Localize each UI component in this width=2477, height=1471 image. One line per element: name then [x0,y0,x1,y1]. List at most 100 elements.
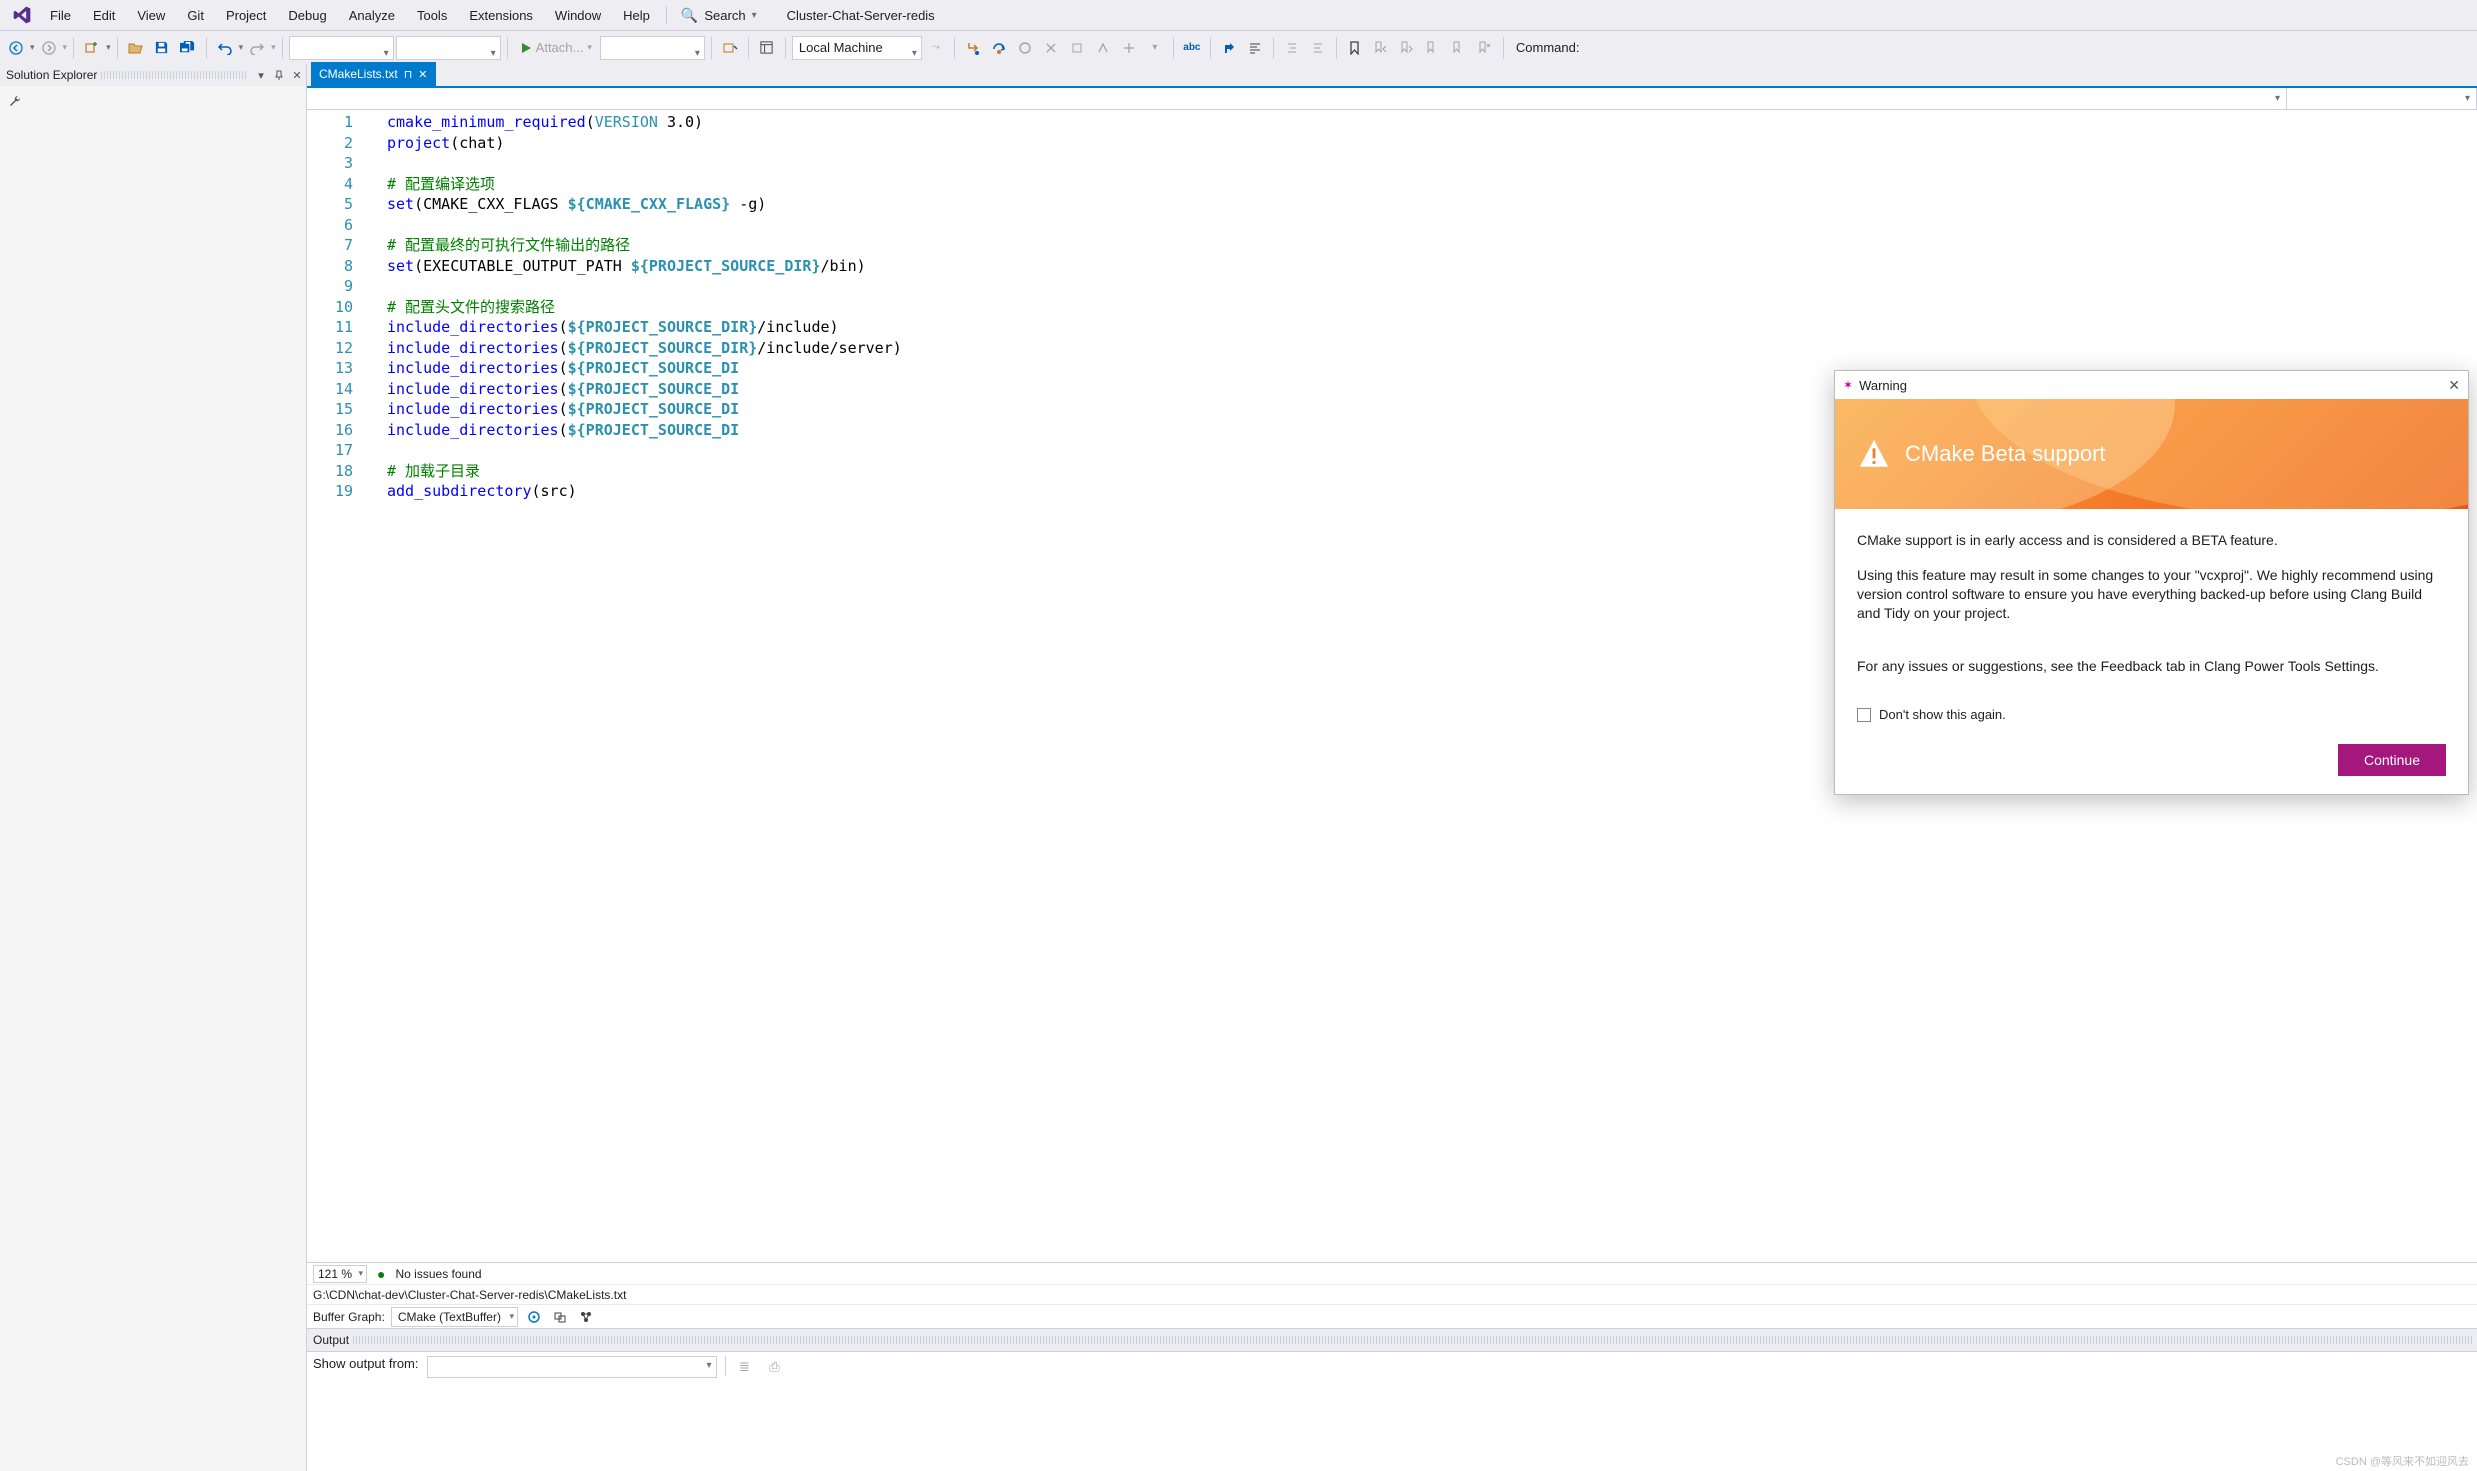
scope-combo[interactable] [307,88,2287,109]
close-icon[interactable]: ✕ [289,67,305,83]
header-grip [353,1336,2473,1344]
close-icon[interactable]: ✕ [2448,377,2460,394]
debug-btn-4[interactable] [1039,36,1063,60]
toolbar-separator [1336,37,1337,59]
output-panel: Output Show output from: ≣ ⎙ [307,1328,2477,1471]
debug-btn-8[interactable]: ▾ [1143,36,1167,60]
search-label: Search [704,8,745,23]
menu-bar: File Edit View Git Project Debug Analyze… [0,0,2477,30]
toolbar-separator [1173,37,1174,59]
bookmark-next-folder-button[interactable] [1447,36,1471,60]
dont-show-again-row: Don't show this again. [1835,707,2468,736]
solution-config-combo[interactable] [289,36,394,60]
solution-platform-combo[interactable] [396,36,501,60]
wrench-icon[interactable] [4,90,302,112]
step-out-button[interactable] [1013,36,1037,60]
menu-tools[interactable]: Tools [407,4,457,27]
tab-filename: CMakeLists.txt [319,67,398,81]
menu-analyze[interactable]: Analyze [339,4,405,27]
auto-button[interactable]: ⤳ [924,36,948,60]
continue-button[interactable]: Continue [2338,744,2446,776]
menu-window[interactable]: Window [545,4,611,27]
dialog-footer: Continue [1835,736,2468,794]
abc-button[interactable]: abc [1180,36,1204,60]
indent-out-button[interactable] [1280,36,1304,60]
nav-forward-button[interactable] [37,36,61,60]
undo-button[interactable] [213,36,237,60]
menu-help[interactable]: Help [613,4,660,27]
pin-icon[interactable] [271,67,287,83]
debug-target-combo[interactable]: Local Machine [792,36,922,60]
dialog-hero: CMake Beta support [1835,399,2468,509]
dropdown-caret-icon[interactable]: ▾ [271,42,276,53]
dropdown-caret-icon[interactable]: ▾ [239,42,244,53]
bookmark-button[interactable] [1343,36,1367,60]
startup-combo[interactable] [600,36,705,60]
menu-view[interactable]: View [127,4,175,27]
toolbar-separator [117,37,118,59]
buffer-icon-2[interactable] [550,1307,570,1327]
buffer-graph-combo[interactable]: CMake (TextBuffer) [391,1307,518,1327]
dropdown-caret-icon[interactable]: ▾ [63,42,68,53]
menu-project[interactable]: Project [216,4,276,27]
toolbar-separator [785,37,786,59]
file-path-bar: G:\CDN\chat-dev\Cluster-Chat-Server-redi… [307,1284,2477,1304]
menu-file[interactable]: File [40,4,81,27]
tidy-button[interactable] [1217,36,1241,60]
nav-back-button[interactable] [4,36,28,60]
bookmark-clear-button[interactable] [1473,36,1497,60]
process-button[interactable] [718,36,742,60]
bookmark-prev-folder-button[interactable] [1421,36,1445,60]
new-item-button[interactable] [80,36,104,60]
close-icon[interactable]: ✕ [418,68,427,81]
toolbar-separator [748,37,749,59]
solution-explorer-title: Solution Explorer [6,68,97,82]
play-icon [520,42,532,54]
output-source-combo[interactable] [427,1356,717,1378]
menu-debug[interactable]: Debug [278,4,336,27]
dropdown-caret-icon: ▾ [587,42,592,53]
output-btn-1[interactable]: ≣ [734,1356,756,1378]
buffer-icon-1[interactable] [524,1307,544,1327]
dialog-titlebar: ✶ Warning ✕ [1835,371,2468,399]
output-from-label: Show output from: [313,1356,419,1371]
output-btn-2[interactable]: ⎙ [764,1356,786,1378]
dropdown-caret-icon[interactable]: ▾ [106,42,111,53]
redo-button[interactable] [245,36,269,60]
menu-extensions[interactable]: Extensions [459,4,543,27]
window-button[interactable] [755,36,779,60]
file-tab-active[interactable]: CMakeLists.txt ⊓ ✕ [311,62,436,86]
step-over-button[interactable] [987,36,1011,60]
search-box[interactable]: 🔍 Search ▾ [673,5,765,26]
toolbar-separator [711,37,712,59]
menu-git[interactable]: Git [177,4,214,27]
open-file-button[interactable] [124,36,148,60]
output-header: Output [307,1329,2477,1351]
menu-edit[interactable]: Edit [83,4,125,27]
header-grip [101,71,248,79]
save-button[interactable] [150,36,174,60]
bookmark-prev-button[interactable] [1369,36,1393,60]
dropdown-caret-icon[interactable]: ▾ [30,42,35,53]
navigation-bar [307,88,2477,110]
debug-btn-5[interactable] [1065,36,1089,60]
bookmark-next-button[interactable] [1395,36,1419,60]
debug-btn-6[interactable] [1091,36,1115,60]
debug-btn-7[interactable] [1117,36,1141,60]
member-combo[interactable] [2287,88,2477,109]
line-number-gutter: 12345678910111213141516171819 [307,110,387,1262]
attach-debugger-button[interactable]: Attach... ▾ [514,36,598,60]
pin-icon[interactable]: ⊓ [404,68,413,81]
toolbar-separator [73,37,74,59]
buffer-icon-3[interactable] [576,1307,596,1327]
dont-show-checkbox[interactable] [1857,708,1871,722]
save-all-button[interactable] [176,36,200,60]
step-into-button[interactable] [961,36,985,60]
warning-dialog: ✶ Warning ✕ CMake Beta support CMake sup… [1834,370,2469,795]
indent-in-button[interactable] [1306,36,1330,60]
panel-dropdown-icon[interactable]: ▾ [253,67,269,83]
format-button[interactable] [1243,36,1267,60]
zoom-combo[interactable]: 121 % [313,1265,367,1283]
solution-title: Cluster-Chat-Server-redis [767,8,955,23]
editor-status-bar: 121 % ● No issues found [307,1262,2477,1284]
